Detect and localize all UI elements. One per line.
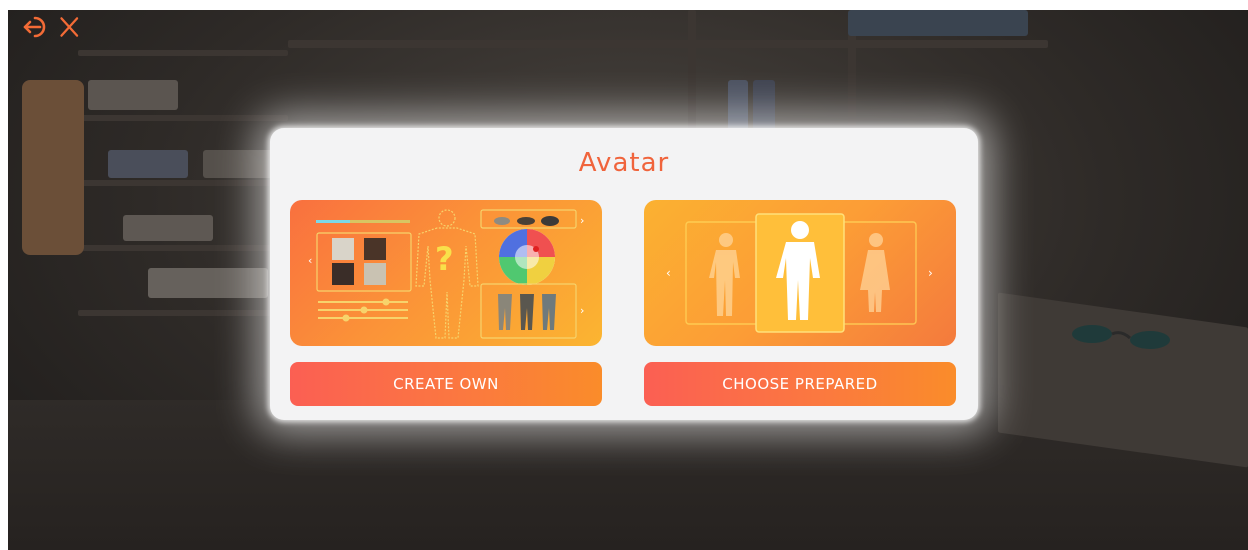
silhouette-woman-right-icon	[860, 233, 890, 312]
hats-icon	[480, 209, 577, 229]
color-slider-icon	[316, 220, 410, 223]
close-icon[interactable]	[58, 14, 84, 40]
folded-clothes	[848, 10, 1028, 36]
choose-prepared-card[interactable]: ‹ ›	[644, 200, 956, 346]
choose-prepared-button[interactable]: CHOOSE PREPARED	[644, 362, 956, 406]
chevron-right-icon: ›	[580, 304, 584, 317]
create-own-illustration: ‹ ? › ›	[308, 209, 584, 339]
question-mark-icon: ?	[435, 240, 454, 278]
clothing-grid-icon	[316, 232, 412, 292]
sliders-icon	[318, 298, 408, 322]
shelf-divider	[688, 10, 696, 140]
top-toolbar	[22, 14, 84, 40]
create-own-button[interactable]: CREATE OWN	[290, 362, 602, 406]
silhouette-man-left-icon	[709, 233, 740, 316]
folded-clothes	[148, 268, 268, 298]
folded-clothes	[108, 150, 188, 178]
avatar-dialog: Avatar ‹ ? › › ‹ › CREATE OWN CHOOSE PRE…	[270, 128, 978, 420]
shelf	[78, 245, 288, 251]
color-wheel-icon	[499, 229, 555, 285]
upper-shelf	[288, 40, 1048, 48]
folded-clothes	[203, 150, 273, 178]
chevron-left-icon: ‹	[308, 254, 312, 267]
chevron-right-icon: ›	[580, 214, 584, 227]
shelf	[78, 50, 288, 56]
create-own-card[interactable]: ‹ ? › ›	[290, 200, 602, 346]
folded-clothes	[123, 215, 213, 241]
sunglasses-icon	[1072, 325, 1170, 349]
choose-prepared-illustration: ‹ ›	[666, 213, 933, 333]
chevron-right-icon: ›	[928, 266, 933, 280]
pants-icon	[480, 283, 577, 339]
folded-clothes	[88, 80, 178, 110]
hanging-shirt	[22, 80, 84, 255]
chevron-left-icon: ‹	[666, 266, 671, 280]
shelf	[78, 310, 288, 316]
shelf	[78, 115, 288, 121]
dialog-title: Avatar	[578, 148, 670, 178]
exit-icon[interactable]	[22, 14, 52, 40]
shelf	[78, 180, 288, 186]
